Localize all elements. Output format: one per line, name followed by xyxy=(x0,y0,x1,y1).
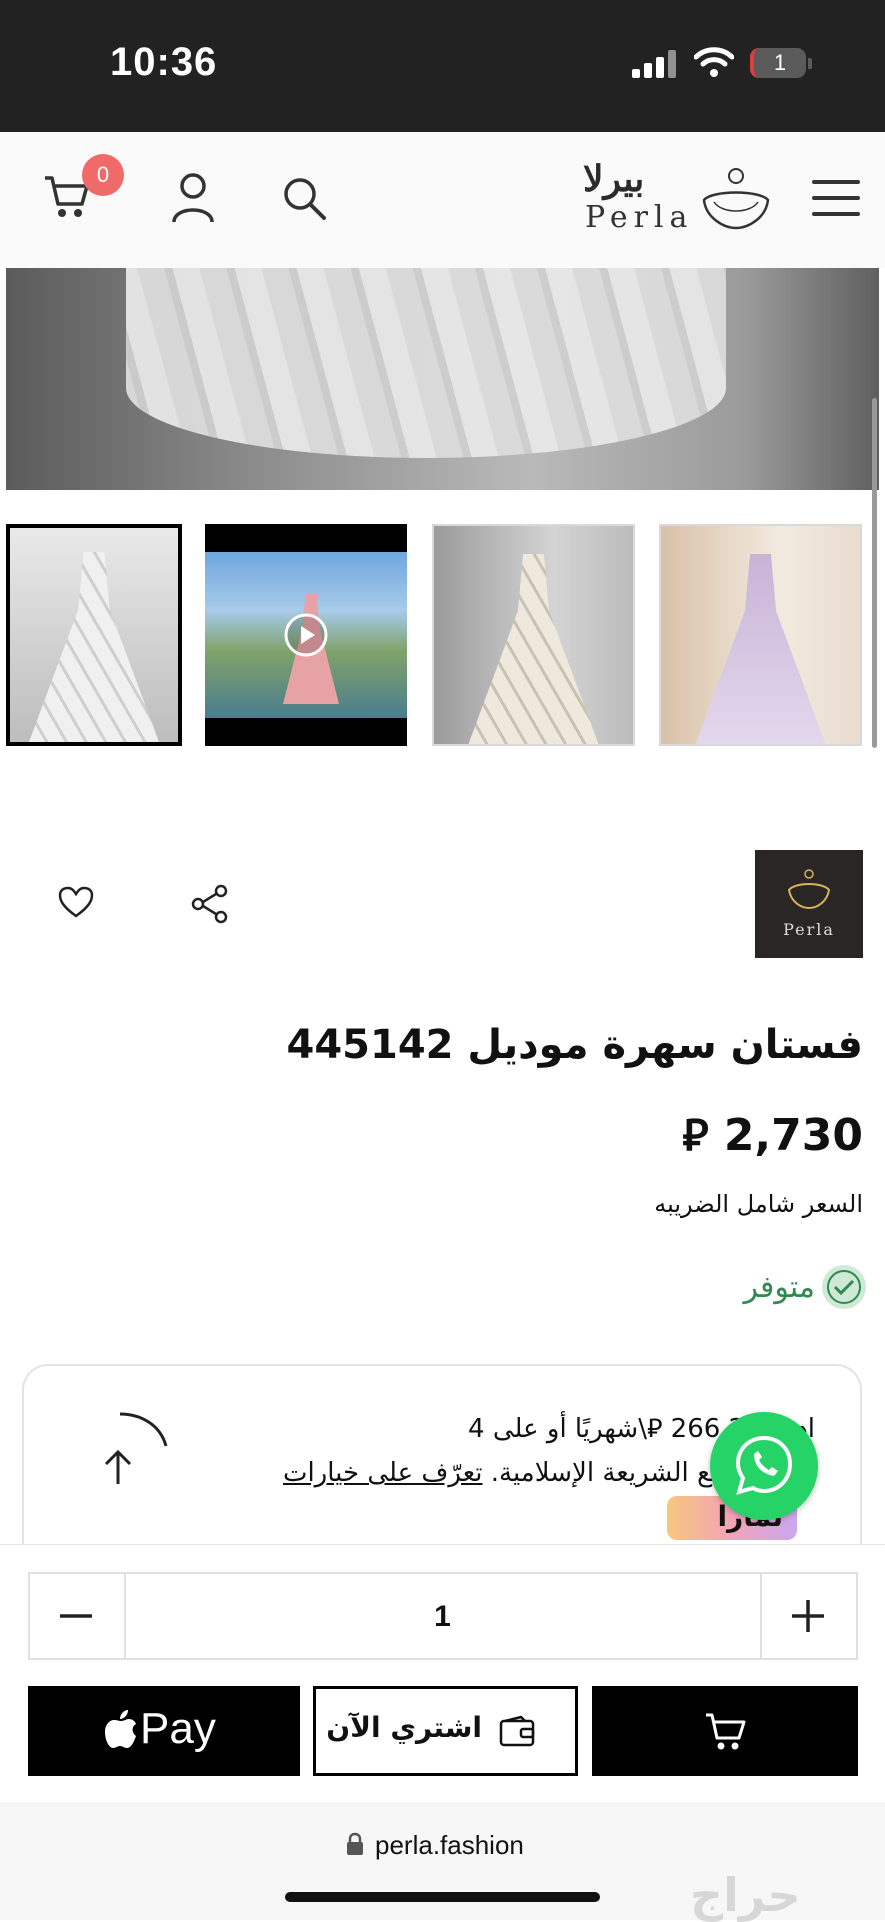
shell-logo-icon xyxy=(787,869,831,910)
thumbnail-silver-gown[interactable] xyxy=(6,524,182,746)
share-icon[interactable] xyxy=(190,884,230,924)
wishlist-heart-icon[interactable] xyxy=(58,886,94,918)
buy-now-label: اشتري الآن xyxy=(326,1711,482,1744)
product-price: 2,730 ⃁ xyxy=(682,1106,863,1163)
scroll-up-arrow-icon[interactable] xyxy=(96,1410,172,1488)
thumbnail-lilac-gown[interactable] xyxy=(659,524,862,746)
apple-logo-icon xyxy=(105,1710,136,1748)
whatsapp-chat-button[interactable] xyxy=(710,1412,818,1520)
logo-arabic: بيرلا xyxy=(583,158,645,200)
haraj-watermark: حراج xyxy=(690,1868,801,1922)
product-title: فستان سهرة موديل 445142 xyxy=(286,1022,864,1068)
home-indicator[interactable] xyxy=(285,1892,600,1902)
dress-skirt-image xyxy=(126,268,726,458)
add-to-cart-button[interactable] xyxy=(592,1686,858,1776)
brand-logo-tile[interactable]: Perla xyxy=(755,850,863,958)
account-icon[interactable] xyxy=(170,172,216,224)
product-main-image[interactable] xyxy=(6,268,879,490)
menu-icon[interactable] xyxy=(812,178,860,218)
battery-tip xyxy=(808,58,812,69)
thumbnail-champagne-gown[interactable] xyxy=(432,524,635,746)
status-time: 10:36 xyxy=(110,40,218,84)
thumbnail-video[interactable] xyxy=(205,524,407,746)
currency-symbol: ⃁ xyxy=(682,1110,709,1161)
cart-count-badge: 0 xyxy=(82,154,124,196)
tax-note: السعر شامل الضريبه xyxy=(654,1190,863,1218)
url-text[interactable]: perla.fashion xyxy=(375,1830,524,1861)
lock-icon xyxy=(347,1832,363,1855)
whatsapp-icon xyxy=(735,1435,793,1495)
play-icon[interactable] xyxy=(283,612,329,658)
buy-now-button[interactable]: اشتري الآن xyxy=(313,1686,578,1776)
in-stock-check-icon xyxy=(822,1265,866,1309)
apple-pay-label: Pay xyxy=(140,1704,216,1753)
dress-image xyxy=(468,554,599,744)
quantity-value[interactable]: 1 xyxy=(0,1600,885,1634)
gallery-scrollbar[interactable] xyxy=(872,398,877,748)
stock-status: متوفر xyxy=(743,1270,815,1305)
wallet-icon xyxy=(499,1715,535,1747)
increase-quantity-button[interactable] xyxy=(790,1598,826,1634)
shell-logo-icon xyxy=(702,168,770,230)
brand-name: Perla xyxy=(783,920,835,939)
cart-icon xyxy=(706,1713,746,1750)
dress-image xyxy=(29,552,159,742)
apple-pay-button[interactable]: Pay xyxy=(28,1686,300,1776)
battery-indicator: 1 xyxy=(750,48,806,78)
search-icon[interactable] xyxy=(280,174,328,222)
dress-image xyxy=(695,554,826,744)
signal-icon xyxy=(632,50,676,78)
logo-english: Perla xyxy=(585,200,694,235)
wifi-icon xyxy=(694,47,734,77)
learn-options-link[interactable]: تعرّف على خيارات xyxy=(283,1458,483,1488)
price-value: 2,730 xyxy=(723,1110,863,1161)
